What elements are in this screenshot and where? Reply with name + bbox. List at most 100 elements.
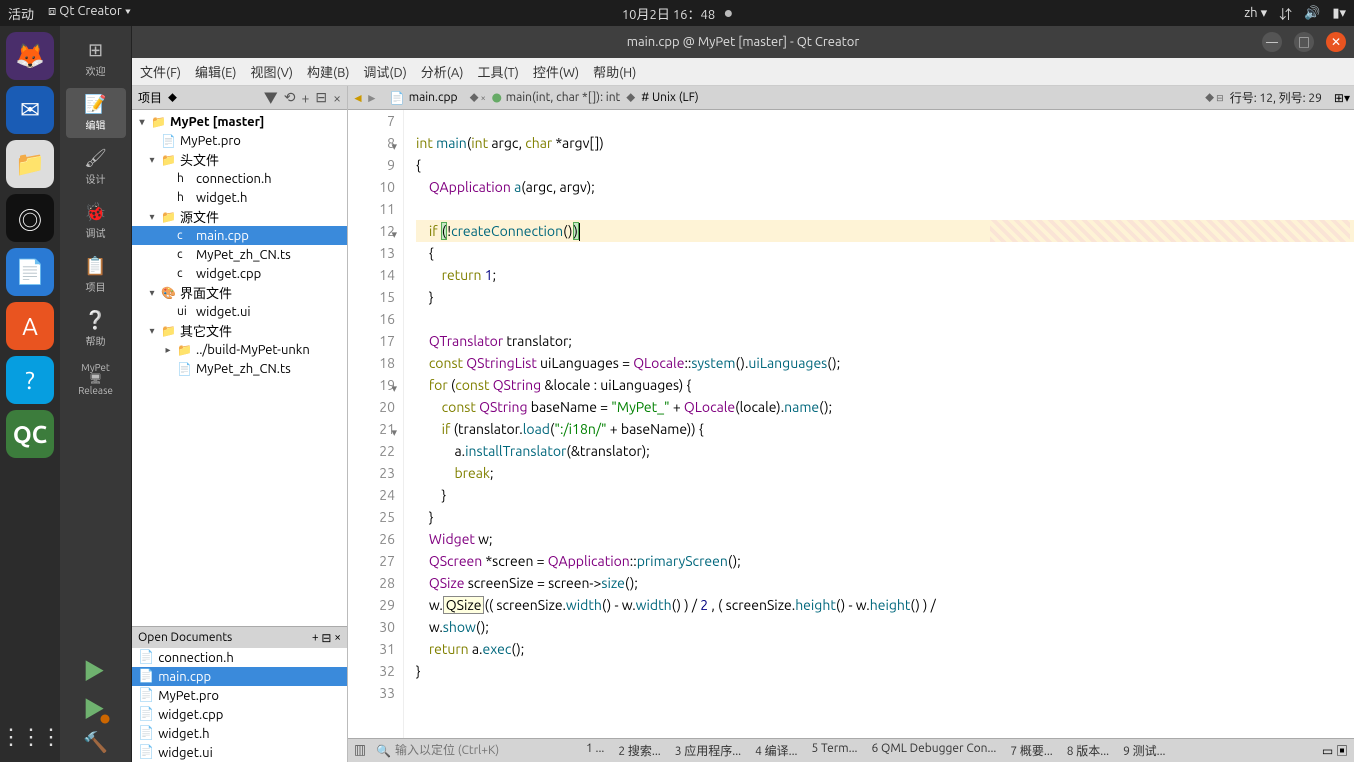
output-tab[interactable]: 6 QML Debugger Con... <box>872 742 997 759</box>
output-toggle-icon[interactable]: ▭ ▣ <box>1322 742 1348 759</box>
editor-area: ◄ ► 📄 main.cpp ◆ × ●main(int, char *[]):… <box>348 86 1354 762</box>
open-documents-header: Open Documents + ⊟ × <box>132 626 347 648</box>
tree-node[interactable]: ▾📁源文件 <box>132 207 347 226</box>
split-icon[interactable]: ⊞▾ <box>1334 91 1350 105</box>
nav-fwd-icon[interactable]: ► <box>366 91 378 105</box>
locator[interactable]: 🔍 <box>376 744 576 758</box>
firefox-icon[interactable]: 🦊 <box>6 32 54 80</box>
sidebar-toggle-icon[interactable]: ▥ <box>354 742 366 759</box>
qt-mode-bar: ⊞欢迎📝编辑🖌设计🐞调试📋项目❔帮助MyPet🖥Release ▶ ▶● 🔨 <box>60 26 132 762</box>
open-doc-item[interactable]: 📄connection.h <box>132 648 347 667</box>
output-tab[interactable]: 2 搜索... <box>618 742 660 759</box>
battery-icon[interactable]: ▮▾ <box>1332 6 1346 21</box>
panel-close-icon[interactable]: × <box>333 90 341 106</box>
code-editor[interactable]: 78▾9101112▾13141516171819▾2021▾222324252… <box>348 110 1354 738</box>
menu-item[interactable]: 控件(W) <box>533 62 579 81</box>
menu-item[interactable]: 视图(V) <box>251 62 293 81</box>
minimize-button[interactable]: — <box>1262 32 1282 52</box>
project-tree[interactable]: ▾📁MyPet [master]📄MyPet.pro▾📁头文件hconnecti… <box>132 110 347 626</box>
tree-node[interactable]: cwidget.cpp <box>132 264 347 283</box>
panel-title[interactable]: 项目 <box>138 89 162 106</box>
menu-item[interactable]: 工具(T) <box>477 62 518 81</box>
symbol-selector[interactable]: ●main(int, char *[]): int <box>492 90 621 105</box>
mode-调试[interactable]: 🐞调试 <box>66 196 126 246</box>
activities-button[interactable]: 活动 <box>8 4 34 23</box>
clock-label[interactable]: 10月2日 16：48 <box>622 4 715 23</box>
input-method-button[interactable]: zh ▾ <box>1244 6 1267 21</box>
nav-back-icon[interactable]: ◄ <box>352 91 364 105</box>
panel-close-icon[interactable]: × <box>334 631 341 644</box>
window-title: main.cpp @ MyPet [master] - Qt Creator <box>627 35 860 49</box>
mode-设计[interactable]: 🖌设计 <box>66 142 126 192</box>
output-tab[interactable]: 5 Term... <box>812 742 858 759</box>
tree-node[interactable]: hwidget.h <box>132 188 347 207</box>
system-top-bar: 活动 ⧈ Qt Creator ▾ 10月2日 16：48 zh ▾ ⇵ 🔊 ▮… <box>0 0 1354 26</box>
files-icon[interactable]: 📁 <box>6 140 54 188</box>
show-apps-icon[interactable]: ⋮⋮⋮ <box>0 724 60 750</box>
qtcreator-window: main.cpp @ MyPet [master] - Qt Creator —… <box>132 26 1354 762</box>
mode-编辑[interactable]: 📝编辑 <box>66 88 126 138</box>
tree-node[interactable]: cMyPet_zh_CN.ts <box>132 245 347 264</box>
tree-node[interactable]: ▾📁头文件 <box>132 150 347 169</box>
tree-node[interactable]: ▾🎨界面文件 <box>132 283 347 302</box>
build-button[interactable]: 🔨 <box>83 730 108 754</box>
tree-node[interactable]: 📄MyPet_zh_CN.ts <box>132 359 347 378</box>
mode-帮助[interactable]: ❔帮助 <box>66 304 126 354</box>
rhythmbox-icon[interactable]: ◎ <box>6 194 54 242</box>
menu-item[interactable]: 帮助(H) <box>593 62 636 81</box>
kit-selector[interactable]: MyPet🖥Release <box>66 358 126 402</box>
libreoffice-icon[interactable]: 📄 <box>6 248 54 296</box>
software-icon[interactable]: A <box>6 302 54 350</box>
filter-icon[interactable]: ▼ <box>264 88 278 108</box>
cpp-file-icon: 📄 <box>390 91 405 105</box>
mode-欢迎[interactable]: ⊞欢迎 <box>66 34 126 84</box>
app-menu-button[interactable]: ⧈ Qt Creator ▾ <box>48 4 131 23</box>
open-documents-list[interactable]: 📄connection.h📄main.cpp📄MyPet.pro📄widget.… <box>132 648 347 762</box>
tree-node[interactable]: uiwidget.ui <box>132 302 347 321</box>
add-icon[interactable]: + <box>312 631 319 644</box>
open-doc-item[interactable]: 📄widget.cpp <box>132 705 347 724</box>
output-tab[interactable]: 8 版本... <box>1067 742 1109 759</box>
menu-item[interactable]: 调试(D) <box>363 62 406 81</box>
open-doc-item[interactable]: 📄widget.ui <box>132 743 347 762</box>
output-tab[interactable]: 4 编译... <box>755 742 797 759</box>
split-icon[interactable]: ⊟ <box>321 631 331 645</box>
editor-toolbar: ◄ ► 📄 main.cpp ◆ × ●main(int, char *[]):… <box>348 86 1354 110</box>
file-selector[interactable]: 📄 main.cpp <box>384 91 464 105</box>
encoding-selector[interactable]: # Unix (LF) <box>641 91 698 104</box>
tree-node[interactable]: ▾📁其它文件 <box>132 321 347 340</box>
open-doc-item[interactable]: 📄widget.h <box>132 724 347 743</box>
mode-项目[interactable]: 📋项目 <box>66 250 126 300</box>
locator-input[interactable] <box>395 744 555 757</box>
tree-node[interactable]: 📄MyPet.pro <box>132 131 347 150</box>
cursor-position[interactable]: 行号: 12, 列号: 29 <box>1230 89 1328 106</box>
thunderbird-icon[interactable]: ✉ <box>6 86 54 134</box>
link-icon[interactable]: ⟲ <box>284 89 296 106</box>
menu-item[interactable]: 编辑(E) <box>195 62 236 81</box>
output-tab[interactable]: 7 概要... <box>1010 742 1052 759</box>
help-icon[interactable]: ? <box>6 356 54 404</box>
search-icon: 🔍 <box>376 744 391 758</box>
open-doc-item[interactable]: 📄main.cpp <box>132 667 347 686</box>
menu-item[interactable]: 文件(F) <box>140 62 181 81</box>
menu-item[interactable]: 构建(B) <box>307 62 349 81</box>
close-button[interactable]: ✕ <box>1326 32 1346 52</box>
split-icon[interactable]: ⊟ <box>315 89 327 106</box>
qtcreator-icon[interactable]: QC <box>6 410 54 458</box>
add-icon[interactable]: + <box>301 90 309 106</box>
output-tab[interactable]: 9 测试... <box>1123 742 1165 759</box>
volume-icon[interactable]: 🔊 <box>1304 6 1320 21</box>
output-tab[interactable]: 1 ... <box>586 742 604 759</box>
run-button[interactable]: ▶ <box>83 654 108 686</box>
debug-run-button[interactable]: ▶● <box>83 692 108 724</box>
tree-node[interactable]: hconnection.h <box>132 169 347 188</box>
tree-node[interactable]: ▸📁../build-MyPet-unkn <box>132 340 347 359</box>
bottom-bar: ▥ 🔍 1 ... 2 搜索... 3 应用程序... 4 编译... 5 Term..… <box>348 738 1354 762</box>
maximize-button[interactable]: □ <box>1294 32 1314 52</box>
open-doc-item[interactable]: 📄MyPet.pro <box>132 686 347 705</box>
network-icon[interactable]: ⇵ <box>1279 4 1292 23</box>
menu-item[interactable]: 分析(A) <box>421 62 464 81</box>
tree-node[interactable]: cmain.cpp <box>132 226 347 245</box>
tree-node[interactable]: ▾📁MyPet [master] <box>132 112 347 131</box>
output-tab[interactable]: 3 应用程序... <box>675 742 741 759</box>
